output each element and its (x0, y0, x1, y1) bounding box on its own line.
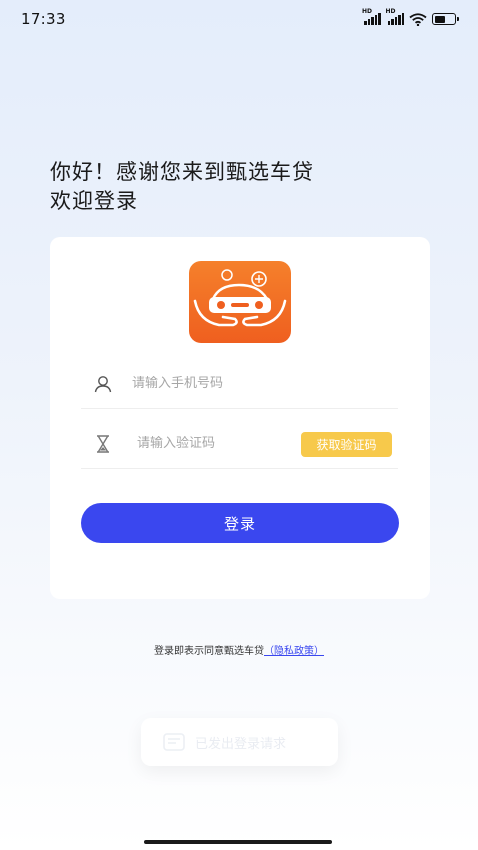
toast-text: 已发出登录请求 (195, 736, 287, 752)
battery-level (434, 15, 445, 23)
get-code-button[interactable]: 获取验证码 (301, 432, 392, 457)
status-time: 17:33 (21, 10, 66, 28)
agreement-text: 登录即表示同意甄选车贷（隐私政策） (0, 642, 478, 657)
privacy-policy-link[interactable]: （隐私政策） (264, 646, 324, 657)
battery-icon (432, 13, 459, 25)
app-logo (189, 261, 291, 343)
info-icon (163, 733, 185, 751)
login-card: 获取验证码 登录 (50, 237, 430, 599)
wifi-icon (409, 12, 427, 26)
status-bar: 17:33 HD HD (0, 0, 478, 38)
status-icons: HD HD (362, 8, 459, 26)
greeting-line-1: 你好！感谢您来到甄选车贷 (50, 160, 314, 184)
agreement-prefix: 登录即表示同意甄选车贷 (154, 646, 264, 657)
phone-field (81, 359, 398, 409)
home-indicator[interactable] (144, 840, 332, 844)
hourglass-icon (88, 434, 118, 453)
login-button[interactable]: 登录 (81, 503, 399, 543)
toast: 已发出登录请求 (141, 718, 338, 766)
code-field: 获取验证码 (81, 419, 398, 469)
cellular-signal-icon: HD (362, 8, 381, 25)
greeting: 你好！感谢您来到甄选车贷 欢迎登录 (50, 158, 314, 216)
phone-input[interactable] (132, 376, 302, 391)
greeting-line-2: 欢迎登录 (50, 189, 138, 213)
code-input[interactable] (137, 436, 307, 451)
car-in-hands-icon (193, 269, 287, 327)
cellular-signal-icon-2: HD (386, 8, 404, 25)
signal-hd-label: HD (362, 8, 373, 15)
user-icon (88, 375, 118, 393)
signal-hd-label-2: HD (385, 8, 396, 15)
